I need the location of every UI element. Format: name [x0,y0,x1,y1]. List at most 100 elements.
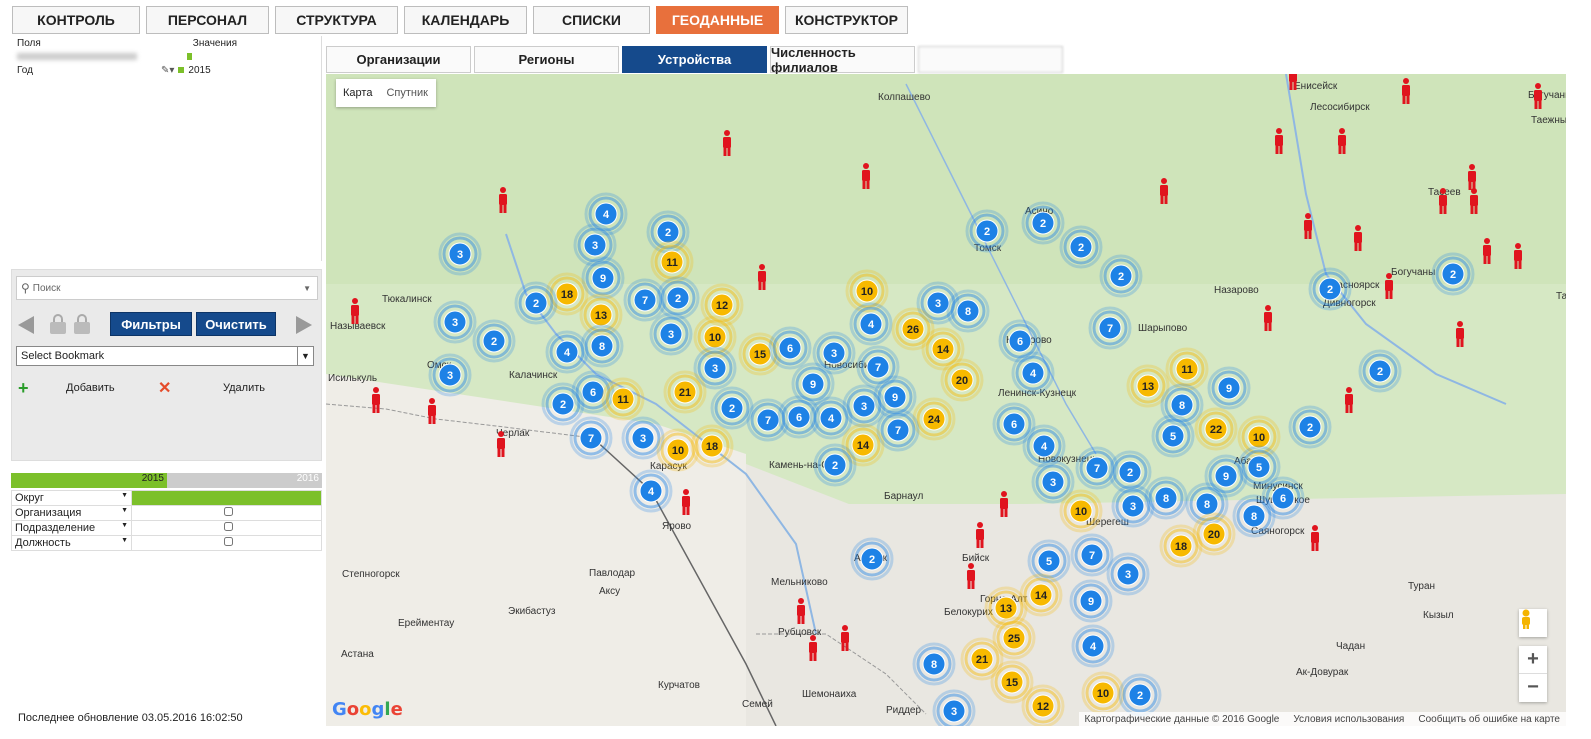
nav-lists[interactable]: Списки [533,6,650,34]
cluster-count: 9 [892,392,898,404]
map-type-satellite[interactable]: Спутник [379,87,434,99]
cluster-count: 18 [1175,541,1187,553]
map-view[interactable]: Колпашево Енисейск Лесосибирск Богучаны Таеж… [326,74,1566,726]
zoom-control: + − [1519,646,1547,702]
map-canvas[interactable]: Колпашево Енисейск Лесосибирск Богучаны Таеж… [326,74,1566,726]
cluster-count: 9 [600,273,606,285]
cluster-count: 9 [810,379,816,391]
cluster-count: 8 [965,306,971,318]
add-bookmark-button[interactable]: Добавить [66,382,115,394]
cluster-count: 2 [560,399,566,411]
top-navigation: Контроль Персонал Структура Календарь Списки… [12,6,908,34]
bookmark-select[interactable]: Select Bookmark ▼ [16,346,314,366]
add-icon[interactable]: + [18,378,29,399]
grid-row: Подразделение ▼ [11,520,322,536]
delete-icon[interactable]: ✕ [158,378,171,398]
grid-cell-org[interactable]: Организация ▼ [11,505,132,521]
cluster-count: 2 [1078,242,1084,254]
cluster-count: 3 [457,249,463,261]
place-label: Кызыл [1423,610,1454,621]
checkbox[interactable] [223,522,233,531]
cluster-count: 4 [603,209,610,221]
cluster-count: 10 [709,332,721,344]
place-label: Риддер [886,705,921,716]
grid-value-org[interactable] [131,505,322,521]
nav-personnel[interactable]: Персонал [146,6,269,34]
cluster-count: 11 [1181,364,1193,376]
zoom-in-button[interactable]: + [1519,646,1547,673]
chevron-down-icon: ▼ [297,347,313,365]
grid-row: Округ ▼ [11,490,322,506]
cluster-count: 13 [595,310,607,322]
grid-cell-position[interactable]: Должность ▼ [11,535,132,551]
cluster-count: 2 [491,336,497,348]
pegman-icon[interactable] [1519,609,1547,637]
place-label: Чадан [1336,641,1365,652]
year-2016[interactable]: 2016 [167,473,322,488]
cluster-count: 2 [533,298,539,310]
checkbox[interactable] [223,507,233,516]
cluster-count: 7 [1089,550,1095,562]
blurred-field [17,52,137,60]
cluster-count: 21 [976,654,988,666]
cluster-count: 6 [590,387,596,399]
cluster-count: 2 [665,227,671,239]
tab-organizations[interactable]: Организации [326,46,471,73]
year-2015[interactable]: 2015 [11,473,167,488]
eraser-icon[interactable]: ✎▾ [161,65,174,76]
delete-bookmark-button[interactable]: Удалить [223,382,265,394]
nav-structure[interactable]: Структура [275,6,398,34]
back-arrow-icon[interactable] [18,316,34,334]
cluster-count: 10 [672,445,684,457]
cluster-count: 2 [1307,422,1313,434]
checkbox[interactable] [223,537,233,546]
tab-branch-headcount[interactable]: Численность филиалов [770,45,915,75]
grid-value-dept[interactable] [131,520,322,536]
lock-icon[interactable] [50,314,66,334]
nav-control[interactable]: Контроль [12,6,140,34]
place-label: Аксу [599,586,620,597]
chevron-down-icon: ▼ [303,283,311,293]
left-panel: Поля Значения Год ✎▾ 2015 ⚲ Поиск ▼ Филь… [11,36,322,736]
tab-devices[interactable]: Устройства [622,46,767,73]
cluster-count: 13 [1142,381,1154,393]
cluster-count: 3 [1130,501,1136,513]
forward-arrow-icon[interactable] [296,316,312,334]
cluster-count: 21 [679,387,691,399]
terms-link[interactable]: Условия использования [1293,714,1404,725]
map-type-map[interactable]: Карта [336,87,379,99]
year-bar: 2015 2016 [11,473,322,488]
cluster-count: 4 [828,413,835,425]
fields-header: Поля Значения [11,36,321,49]
place-label: Енисейск [1294,81,1338,92]
lock-icon[interactable] [74,314,90,334]
zoom-out-button[interactable]: − [1519,673,1547,701]
place-label: Туран [1408,581,1435,592]
tab-blurred[interactable] [918,46,1063,73]
grid-cell-dept[interactable]: Подразделение ▼ [11,520,132,536]
nav-calendar[interactable]: Календарь [404,6,527,34]
grid-value-okrug[interactable] [131,490,322,506]
field-row-year[interactable]: Год ✎▾ 2015 [11,63,321,77]
cluster-count: 10 [1075,506,1087,518]
filters-button[interactable]: Фильтры [110,312,192,336]
nav-constructor[interactable]: Конструктор [785,6,908,34]
clear-button[interactable]: Очистить [196,312,276,336]
tab-regions[interactable]: Регионы [474,46,619,73]
search-input[interactable]: ⚲ Поиск ▼ [16,276,318,300]
chevron-down-icon: ▼ [121,537,128,544]
field-row-blurred[interactable] [11,49,321,63]
place-label: Астана [341,649,374,660]
grid-cell-okrug[interactable]: Округ ▼ [11,490,132,506]
dimensions-grid: Округ ▼ Организация ▼ Подразделение ▼ Должн… [11,490,322,551]
cluster-count: 3 [935,298,941,310]
cluster-count: 2 [1327,284,1333,296]
cluster-count: 2 [1118,271,1124,283]
cluster-count: 26 [907,324,919,336]
report-error-link[interactable]: Сообщить об ошибке на карте [1418,714,1560,725]
grid-value-position[interactable] [131,535,322,551]
cluster-count: 13 [1000,603,1012,615]
cluster-count: 7 [895,425,901,437]
place-label: Богучаны [1391,267,1435,278]
nav-geodata[interactable]: Геоданные [656,6,779,34]
